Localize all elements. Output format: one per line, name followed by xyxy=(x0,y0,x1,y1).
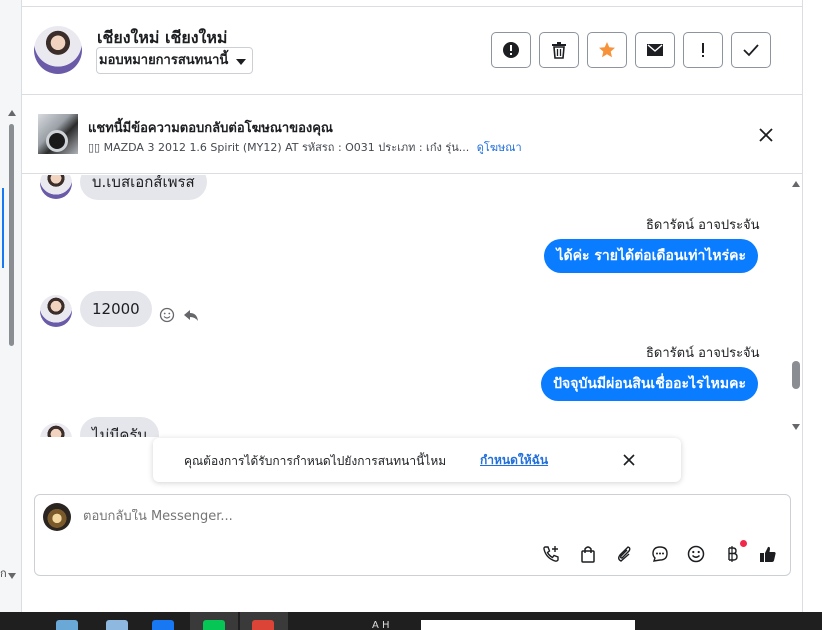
ad-banner-description: ▯▯ MAZDA 3 2012 1.6 Spirit (MY12) AT รหั… xyxy=(88,138,522,156)
incoming-message[interactable]: 12000 xyxy=(80,291,152,327)
checkmark-icon xyxy=(743,44,759,57)
ad-thumbnail[interactable] xyxy=(38,114,78,154)
page-avatar xyxy=(43,503,71,531)
shop-button[interactable] xyxy=(577,543,599,565)
incoming-message[interactable]: ไม่มีครับ xyxy=(80,417,159,437)
star-button[interactable] xyxy=(587,32,627,68)
baht-icon xyxy=(728,546,738,562)
reply-composer xyxy=(34,494,791,576)
taskbar-search-box[interactable] xyxy=(421,620,635,630)
delete-button[interactable] xyxy=(539,32,579,68)
attach-button[interactable] xyxy=(613,543,635,565)
incoming-message[interactable]: บ.เบสเอกส์เพรส xyxy=(80,175,207,200)
shopping-bag-icon xyxy=(581,546,595,563)
sender-avatar xyxy=(40,295,72,327)
alert-circle-icon xyxy=(503,42,519,58)
payment-button[interactable] xyxy=(721,543,743,565)
conversation-list-scrollbar[interactable] xyxy=(9,124,14,346)
mark-done-button[interactable] xyxy=(731,32,771,68)
selected-indicator xyxy=(2,188,4,268)
report-spam-button[interactable] xyxy=(491,32,531,68)
message-sender-name: ธิดารัตน์ อาจประจัน xyxy=(646,218,760,233)
contact-avatar[interactable] xyxy=(34,26,82,74)
ad-description-text: ▯▯ MAZDA 3 2012 1.6 Spirit (MY12) AT รหั… xyxy=(88,141,470,154)
thread-scrollbar[interactable] xyxy=(790,175,802,437)
ad-reply-banner: แชทนี้มีข้อความตอบกลับต่อโฆษณาของคุณ ▯▯ … xyxy=(22,96,802,174)
ad-banner-title: แชทนี้มีข้อความตอบกลับต่อโฆษณาของคุณ xyxy=(88,121,333,136)
line-taskbar-icon[interactable] xyxy=(203,620,225,630)
envelope-icon xyxy=(647,44,663,56)
trash-icon xyxy=(552,42,566,59)
like-button[interactable] xyxy=(757,543,779,565)
scroll-down-arrow[interactable] xyxy=(792,424,800,430)
scroll-down-arrow[interactable] xyxy=(8,573,16,579)
facebook-taskbar-icon[interactable] xyxy=(152,620,174,630)
scroll-up-arrow[interactable] xyxy=(792,181,800,187)
taskbar-label: A H xyxy=(372,620,390,630)
sender-avatar xyxy=(40,175,72,199)
saved-replies-button[interactable] xyxy=(649,543,671,565)
paperclip-icon xyxy=(618,546,631,562)
truncated-text: ก xyxy=(0,567,7,580)
chrome-taskbar-icon[interactable] xyxy=(252,620,274,630)
reply-icon[interactable] xyxy=(183,307,199,323)
calculator-taskbar-icon[interactable] xyxy=(106,620,128,630)
right-panel-edge xyxy=(802,0,822,612)
assign-to-me-link[interactable]: กำหนดให้ฉัน xyxy=(480,451,548,470)
call-button[interactable] xyxy=(540,543,562,565)
conversation-header: เชียงใหม่ เชียงใหม่ มอบหมายการสนทนานี้ xyxy=(22,7,802,95)
emoji-button[interactable] xyxy=(685,543,707,565)
assign-conversation-dropdown[interactable]: มอบหมายการสนทนานี้ xyxy=(96,47,254,74)
caret-down-icon xyxy=(236,59,247,65)
message-sender-name: ธิดารัตน์ อาจประจัน xyxy=(646,346,760,361)
call-icon xyxy=(543,546,559,562)
view-ad-link[interactable]: ดูโฆษณา xyxy=(477,141,522,154)
thumbs-up-icon xyxy=(760,546,776,562)
star-icon xyxy=(599,42,615,58)
close-icon[interactable] xyxy=(758,127,774,143)
sender-avatar xyxy=(40,423,72,437)
exclamation-icon xyxy=(702,43,704,57)
reply-input[interactable] xyxy=(83,509,683,524)
react-emoji-icon[interactable] xyxy=(159,307,175,323)
saved-reply-icon xyxy=(652,546,668,562)
scrollbar-thumb[interactable] xyxy=(792,361,800,389)
assign-prompt-toast: คุณต้องการได้รับการกำหนดไปยังการสนทนานี้… xyxy=(153,438,681,482)
scroll-up-arrow[interactable] xyxy=(8,110,16,116)
conversation-list-edge: ก xyxy=(0,0,22,612)
os-taskbar: A H xyxy=(0,612,822,630)
assign-dropdown-label: มอบหมายการสนทนานี้ xyxy=(99,53,229,68)
emoji-icon xyxy=(687,545,705,563)
follow-up-button[interactable] xyxy=(683,32,723,68)
outgoing-message[interactable]: ได้ค่ะ รายได้ต่อเดือนเท่าไหร่คะ xyxy=(544,239,758,273)
outgoing-message[interactable]: ปัจจุบันมีผ่อนสินเชื่ออะไรไหมคะ xyxy=(541,367,758,401)
close-icon[interactable] xyxy=(622,453,636,467)
app-taskbar-icon[interactable] xyxy=(56,620,78,630)
mark-unread-button[interactable] xyxy=(635,32,675,68)
message-thread: บ.เบสเอกส์เพรส ธิดารัตน์ อาจประจัน ได้ค่… xyxy=(22,175,802,437)
toast-message: คุณต้องการได้รับการกำหนดไปยังการสนทนานี้… xyxy=(184,454,447,468)
notification-dot xyxy=(740,540,747,547)
messenger-inbox-window: ก เชียงใหม่ เชียงใหม่ มอบหมายการสนทนานี้ xyxy=(0,0,822,630)
car-wheel-image xyxy=(46,130,68,152)
